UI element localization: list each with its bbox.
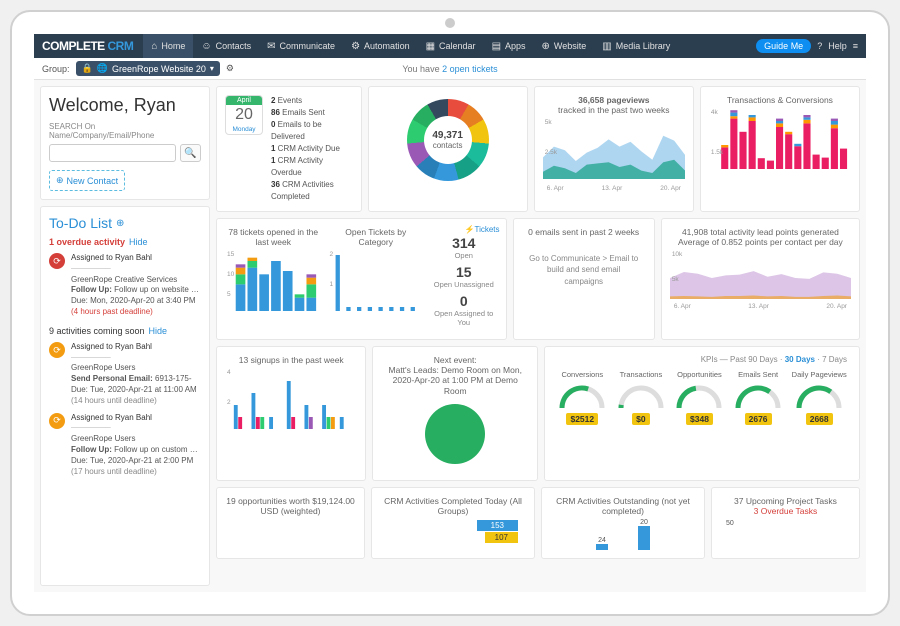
nav-icon: ▥ bbox=[602, 41, 611, 52]
search-input[interactable] bbox=[49, 144, 176, 162]
menu-icon[interactable]: ≡ bbox=[853, 41, 858, 51]
activity-item[interactable]: ⟳Assigned to Ryan Bahl───────GreenRope U… bbox=[49, 413, 201, 478]
kpi-gauge: Transactions$0 bbox=[616, 370, 666, 425]
activity-status-icon: ⟳ bbox=[49, 342, 65, 358]
nav-apps[interactable]: ▤Apps bbox=[484, 34, 534, 58]
group-selector[interactable]: 🔒 🌐 GreenRope Website 20 ▾ bbox=[76, 61, 220, 76]
nav-icon: ▤ bbox=[492, 41, 501, 52]
new-contact-button[interactable]: ⊕New Contact bbox=[49, 170, 125, 191]
nav-contacts[interactable]: ☺Contacts bbox=[193, 34, 259, 58]
nav-icon: ☺ bbox=[201, 41, 211, 52]
nav-website[interactable]: ⊕Website bbox=[534, 34, 595, 58]
guide-me-button[interactable]: Guide Me bbox=[756, 39, 811, 53]
todo-title: To-Do List ⊕ bbox=[49, 215, 201, 231]
welcome-title: Welcome, Ryan bbox=[49, 95, 201, 116]
todo-card: To-Do List ⊕ 1 overdue activityHide ⟳Ass… bbox=[40, 206, 210, 586]
calendar-stats-card: April 20 Monday 2 Events86 Emails Sent0 … bbox=[216, 86, 362, 212]
signups-card: 13 signups in the past week 4 2 bbox=[216, 346, 366, 481]
open-tickets-notice: You have 2 open tickets bbox=[402, 64, 497, 74]
top-nav: COMPLETE CRM ⌂Home☺Contacts✉Communicate⚙… bbox=[34, 34, 866, 58]
nav-media library[interactable]: ▥Media Library bbox=[594, 34, 678, 58]
activity-item[interactable]: ⟳Assigned to Ryan Bahl───────GreenRope U… bbox=[49, 342, 201, 407]
kpi-gauge: Opportunities$348 bbox=[674, 370, 724, 425]
project-tasks-card: 37 Upcoming Project Tasks3 Overdue Tasks… bbox=[711, 487, 860, 559]
nav-calendar[interactable]: ▦Calendar bbox=[418, 34, 484, 58]
help-link[interactable]: Help bbox=[828, 41, 847, 51]
search-icon: 🔍 bbox=[184, 148, 196, 159]
kpis-card: KPIs — Past 90 Days · 30 Days · 7 Days C… bbox=[544, 346, 860, 481]
kpi-gauge: Conversions$2512 bbox=[557, 370, 607, 425]
plus-icon: ⊕ bbox=[56, 175, 64, 186]
open-tickets-link[interactable]: 2 open tickets bbox=[442, 64, 498, 74]
globe-icon: 🌐 bbox=[97, 63, 108, 74]
activity-item[interactable]: ⟳Assigned to Ryan Bahl───────GreenRope C… bbox=[49, 253, 201, 318]
search-label: SEARCH On Name/Company/Email/Phone bbox=[49, 122, 201, 140]
hide-link[interactable]: Hide bbox=[149, 326, 168, 336]
nav-home[interactable]: ⌂Home bbox=[143, 34, 193, 58]
chevron-down-icon: ▾ bbox=[210, 64, 214, 73]
kpi-gauge: Emails Sent2676 bbox=[733, 370, 783, 425]
overdue-header: 1 overdue activityHide bbox=[49, 237, 201, 247]
opportunities-card: 19 opportunities worth $19,124.00 USD (w… bbox=[216, 487, 365, 559]
welcome-card: Welcome, Ryan SEARCH On Name/Company/Ema… bbox=[40, 86, 210, 200]
search-button[interactable]: 🔍 bbox=[180, 144, 201, 162]
help-icon[interactable]: ? bbox=[817, 41, 822, 51]
nav-communicate[interactable]: ✉Communicate bbox=[259, 34, 343, 58]
kpi-30[interactable]: 30 Days bbox=[785, 355, 815, 364]
activities-completed-card: CRM Activities Completed Today (All Grou… bbox=[371, 487, 535, 559]
lock-icon: 🔒 bbox=[82, 63, 93, 74]
nav-icon: ⌂ bbox=[151, 41, 157, 52]
leadpoints-card: 41,908 total activity lead points genera… bbox=[661, 218, 860, 340]
next-event-card: Next event:Matt's Leads: Demo Room on Mo… bbox=[372, 346, 538, 481]
activity-status-icon: ⟳ bbox=[49, 413, 65, 429]
gear-icon[interactable]: ⚙ bbox=[226, 63, 234, 74]
event-circle-icon bbox=[425, 404, 485, 464]
activity-status-icon: ⟳ bbox=[49, 253, 65, 269]
nav-automation[interactable]: ⚙Automation bbox=[343, 34, 418, 58]
coming-soon-header: 9 activities coming soonHide bbox=[49, 326, 201, 336]
brand-logo: COMPLETE CRM bbox=[42, 39, 133, 53]
contacts-donut-card: 49,371contacts bbox=[368, 86, 528, 212]
kpi-7[interactable]: 7 Days bbox=[822, 355, 847, 364]
kpi-gauge: Daily Pageviews2668 bbox=[792, 370, 847, 425]
pageviews-card: 36,658 pageviewstracked in the past two … bbox=[534, 86, 694, 212]
add-icon[interactable]: ⊕ bbox=[116, 218, 124, 229]
nav-icon: ⊕ bbox=[542, 41, 550, 52]
kpi-range: KPIs — Past 90 Days · 30 Days · 7 Days bbox=[553, 355, 851, 364]
kpi-90[interactable]: 90 Days bbox=[748, 355, 777, 364]
date-chip: April 20 Monday bbox=[225, 95, 263, 135]
emails-sent-card: 0 emails sent in past 2 weeks Go to Comm… bbox=[513, 218, 655, 340]
tickets-link[interactable]: ⚡Tickets bbox=[465, 225, 500, 234]
transactions-card: Transactions & Conversions 4k 1.5k bbox=[700, 86, 860, 212]
group-label: Group: bbox=[42, 64, 70, 74]
nav-icon: ⚙ bbox=[351, 41, 360, 52]
nav-icon: ✉ bbox=[267, 41, 275, 52]
tickets-card: ⚡Tickets 78 tickets opened in the last w… bbox=[216, 218, 507, 340]
activities-outstanding-card: CRM Activities Outstanding (not yet comp… bbox=[541, 487, 705, 559]
nav-icon: ▦ bbox=[426, 41, 435, 52]
group-bar: Group: 🔒 🌐 GreenRope Website 20 ▾ ⚙ You … bbox=[34, 58, 866, 80]
hide-link[interactable]: Hide bbox=[129, 237, 148, 247]
